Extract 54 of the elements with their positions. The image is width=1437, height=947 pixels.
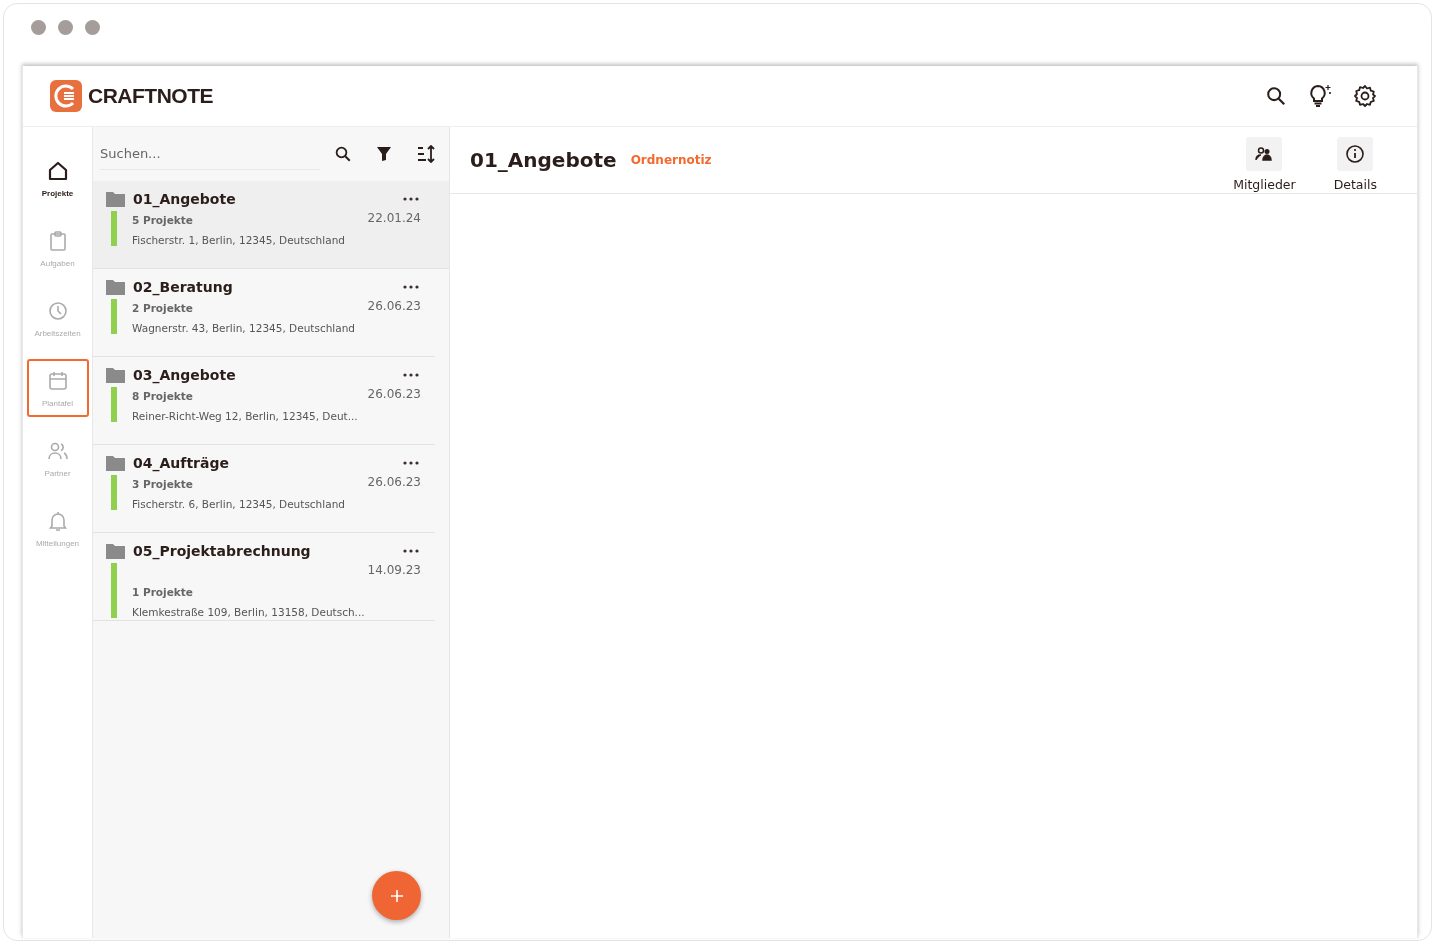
search-icon[interactable] — [334, 145, 352, 163]
members-icon — [1255, 146, 1274, 161]
folder-address: Fischerstr. 1, Berlin, 12345, Deutschland — [132, 234, 346, 246]
folder-date: 26.06.23 — [367, 387, 421, 401]
logo-text: CRAFTNOTE — [88, 84, 213, 108]
lightbulb-icon[interactable] — [1307, 83, 1333, 109]
more-icon[interactable] — [403, 285, 419, 289]
more-icon[interactable] — [403, 461, 419, 465]
settings-icon[interactable] — [1353, 84, 1377, 108]
action-button[interactable]: Mitglieder — [1233, 136, 1296, 192]
more-icon[interactable] — [403, 197, 419, 201]
project-count: 3 Projekte — [132, 478, 193, 490]
folder-name: 02_Beratung — [133, 279, 234, 295]
folder-item[interactable]: 03_Angebote 8 Projekte 26.06.23 Reiner-Richt-Weg 12, Berlin, 12345, Deut... — [93, 357, 435, 445]
folder-item[interactable]: 04_Aufträge 3 Projekte 26.06.23 Fischerstr. 6, Berlin, 12345, Deutschland — [93, 445, 435, 533]
folder-item[interactable]: 05_Projektabrechnung 1 Projekte 14.09.23 Klemkestraße 109, Berlin, 13158, Deutsch... — [93, 533, 435, 621]
folder-item[interactable]: 01_Angebote 5 Projekte 22.01.24 Fischerstr. 1, Berlin, 12345, Deutschland — [93, 181, 449, 269]
folder-date: 26.06.23 — [367, 475, 421, 489]
folder-item[interactable]: 02_Beratung 2 Projekte 26.06.23 Wagnerstr. 43, Berlin, 12345, Deutschland — [93, 269, 435, 357]
folder-title: 01_Angebote — [470, 148, 617, 172]
logo-icon — [50, 80, 82, 112]
add-button[interactable] — [372, 871, 421, 920]
folder-icon — [106, 367, 125, 383]
folder-name: 03_Angebote — [133, 367, 237, 383]
folder-icon — [106, 543, 125, 559]
folder-date: 22.01.24 — [367, 211, 421, 225]
project-count: 5 Projekte — [132, 214, 193, 226]
folder-address: Fischerstr. 6, Berlin, 12345, Deutschland — [132, 498, 346, 510]
folder-address: Reiner-Richt-Weg 12, Berlin, 12345, Deut... — [132, 410, 359, 422]
project-count: 1 Projekte — [132, 586, 194, 598]
window-control-dot[interactable] — [58, 20, 73, 35]
folder-name: 05_Projektabrechnung — [133, 543, 312, 559]
window-control-dot[interactable] — [31, 20, 46, 35]
window-control-dot[interactable] — [85, 20, 100, 35]
project-count: 2 Projekte — [132, 302, 193, 314]
search-field[interactable]: Suchen... — [100, 138, 320, 170]
folder-address: Wagnerstr. 43, Berlin, 12345, Deutschland — [132, 322, 356, 334]
filter-icon[interactable] — [376, 146, 392, 162]
folder-address: Klemkestraße 109, Berlin, 13158, Deutsch... — [132, 606, 366, 618]
project-count: 8 Projekte — [132, 390, 193, 402]
more-icon[interactable] — [403, 373, 419, 377]
nav-item[interactable]: Projekte — [26, 149, 89, 207]
folder-date: 14.09.23 — [367, 563, 421, 577]
search-icon[interactable] — [1265, 85, 1287, 107]
sort-icon[interactable] — [416, 145, 436, 163]
folder-icon — [106, 455, 125, 471]
folder-name: 01_Angebote — [133, 191, 237, 207]
folder-icon — [106, 191, 125, 207]
more-icon[interactable] — [403, 549, 419, 553]
folder-name: 04_Aufträge — [133, 455, 230, 471]
folder-icon — [106, 279, 125, 295]
plus-icon — [389, 888, 404, 903]
folder-date: 26.06.23 — [367, 299, 421, 313]
info-icon — [1345, 143, 1366, 164]
